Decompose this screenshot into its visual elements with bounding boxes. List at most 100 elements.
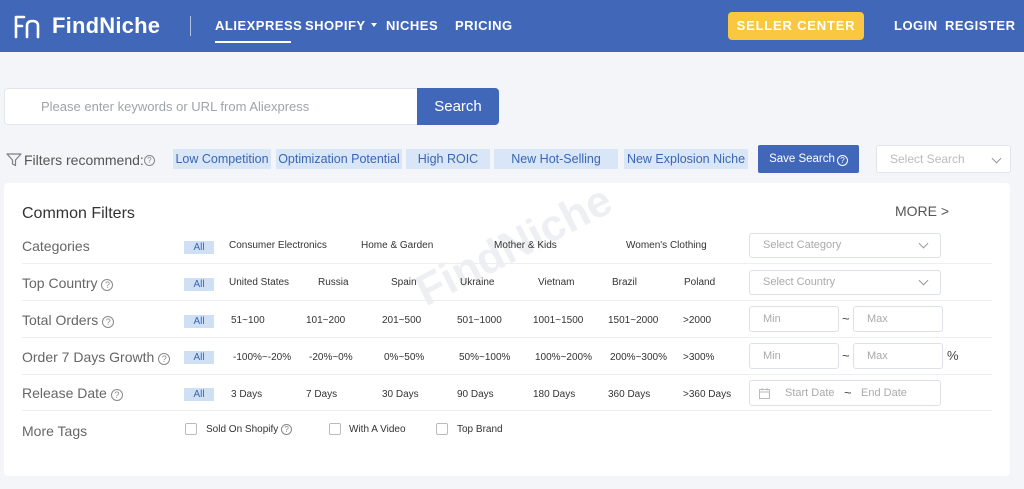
release-option[interactable]: 3 Days <box>231 389 262 400</box>
country-all-tag[interactable]: All <box>184 278 214 291</box>
select-category-placeholder: Select Category <box>763 239 842 251</box>
orders-option[interactable]: 201~500 <box>382 315 421 326</box>
findniche-logo-icon <box>14 15 40 39</box>
save-search-label: Save Search <box>769 153 835 165</box>
sold-on-shopify-label[interactable]: Sold On Shopify ? <box>206 424 293 435</box>
more-tags-label: More Tags <box>22 423 88 439</box>
growth-max-input[interactable] <box>853 343 943 369</box>
release-date-label: Release Date? <box>22 385 123 401</box>
login-link[interactable]: LOGIN <box>894 18 938 33</box>
sold-on-shopify-checkbox[interactable] <box>185 423 197 435</box>
growth-option[interactable]: 200%~300% <box>610 352 667 363</box>
nav-aliexpress[interactable]: ALIEXPRESS <box>215 18 302 33</box>
release-option[interactable]: 90 Days <box>457 389 494 400</box>
release-all-tag[interactable]: All <box>184 388 214 401</box>
chip-optimization-potential[interactable]: Optimization Potential <box>276 149 402 169</box>
orders-all-tag[interactable]: All <box>184 315 214 328</box>
nav-niches[interactable]: NICHES <box>386 18 438 33</box>
country-option[interactable]: United States <box>229 277 289 288</box>
orders-max-input[interactable] <box>853 306 943 332</box>
growth-option[interactable]: >300% <box>683 352 714 363</box>
seller-center-button[interactable]: SELLER CENTER <box>728 12 864 40</box>
chevron-down-icon <box>991 153 1002 164</box>
category-option[interactable]: Women's Clothing <box>626 240 707 251</box>
search-input[interactable] <box>5 89 418 124</box>
with-a-video-label[interactable]: With A Video <box>349 424 406 435</box>
select-category-dropdown[interactable]: Select Category <box>749 233 941 258</box>
top-brand-label[interactable]: Top Brand <box>457 424 503 435</box>
orders-option[interactable]: 101~200 <box>306 315 345 326</box>
help-icon[interactable]: ? <box>102 316 115 328</box>
categories-label: Categories <box>22 238 90 254</box>
help-icon: ? <box>836 155 848 166</box>
country-option[interactable]: Russia <box>318 277 349 288</box>
release-option[interactable]: 180 Days <box>533 389 575 400</box>
growth-option[interactable]: 100%~200% <box>535 352 592 363</box>
chip-low-competition[interactable]: Low Competition <box>173 149 271 169</box>
start-date-placeholder[interactable]: Start Date <box>785 387 835 399</box>
release-option[interactable]: >360 Days <box>683 389 731 400</box>
filters-recommend-label: Filters recommend: ? <box>6 150 155 170</box>
growth-all-tag[interactable]: All <box>184 351 214 364</box>
release-option[interactable]: 360 Days <box>608 389 650 400</box>
help-icon[interactable]: ? <box>158 353 171 365</box>
growth-option[interactable]: 0%~50% <box>384 352 424 363</box>
release-option[interactable]: 7 Days <box>306 389 337 400</box>
top-brand-checkbox[interactable] <box>436 423 448 435</box>
top-country-label: Top Country? <box>22 275 114 291</box>
search-button[interactable]: Search <box>417 88 499 125</box>
row-divider <box>22 337 992 338</box>
categories-all-tag[interactable]: All <box>184 241 214 254</box>
release-date-text: Release Date <box>22 385 107 401</box>
help-icon[interactable]: ? <box>143 154 155 166</box>
chip-high-roic[interactable]: High ROIC <box>406 149 490 169</box>
nav-pricing[interactable]: PRICING <box>455 18 513 33</box>
orders-option[interactable]: 1001~1500 <box>533 315 583 326</box>
country-option[interactable]: Brazil <box>612 277 637 288</box>
filter-icon <box>6 153 22 167</box>
category-option[interactable]: Consumer Electronics <box>229 240 327 251</box>
orders-option[interactable]: 51~100 <box>231 315 265 326</box>
growth-option[interactable]: -100%~-20% <box>233 352 291 363</box>
select-search-dropdown[interactable]: Select Search <box>876 145 1011 173</box>
date-range-picker[interactable]: Start Date ~ End Date <box>749 380 941 406</box>
orders-option[interactable]: 1501~2000 <box>608 315 658 326</box>
chip-new-explosion-niche[interactable]: New Explosion Niche <box>624 149 748 169</box>
range-separator: ~ <box>842 348 850 363</box>
end-date-placeholder[interactable]: End Date <box>861 387 907 399</box>
order-growth-text: Order 7 Days Growth <box>22 349 155 365</box>
category-option[interactable]: Mother & Kids <box>494 240 557 251</box>
row-divider <box>22 300 992 301</box>
help-icon[interactable]: ? <box>110 389 123 401</box>
total-orders-text: Total Orders <box>22 312 99 328</box>
country-option[interactable]: Vietnam <box>538 277 575 288</box>
growth-option[interactable]: -20%~0% <box>309 352 353 363</box>
register-link[interactable]: REGISTER <box>945 18 1015 33</box>
country-option[interactable]: Ukraine <box>460 277 494 288</box>
nav-shopify[interactable]: SHOPIFY <box>305 18 377 33</box>
release-option[interactable]: 30 Days <box>382 389 419 400</box>
orders-option[interactable]: 501~1000 <box>457 315 502 326</box>
percent-unit: % <box>947 348 959 363</box>
help-icon[interactable]: ? <box>101 279 114 291</box>
select-search-placeholder: Select Search <box>890 152 965 166</box>
country-option[interactable]: Poland <box>684 277 715 288</box>
more-filters-link[interactable]: MORE > <box>895 203 949 219</box>
orders-option[interactable]: >2000 <box>683 315 711 326</box>
range-separator: ~ <box>844 385 852 400</box>
select-country-dropdown[interactable]: Select Country <box>749 270 941 295</box>
panel-title: Common Filters <box>22 205 135 222</box>
total-orders-label: Total Orders? <box>22 312 115 328</box>
country-option[interactable]: Spain <box>391 277 417 288</box>
category-option[interactable]: Home & Garden <box>361 240 433 251</box>
growth-option[interactable]: 50%~100% <box>459 352 510 363</box>
with-a-video-checkbox[interactable] <box>329 423 341 435</box>
select-country-placeholder: Select Country <box>763 276 836 288</box>
growth-min-input[interactable] <box>749 343 839 369</box>
filters-recommend-text: Filters recommend: <box>24 152 144 168</box>
chip-new-hot-selling[interactable]: New Hot-Selling <box>494 149 618 169</box>
logo[interactable]: FindNiche <box>12 13 160 39</box>
nav-shopify-label: SHOPIFY <box>305 18 366 33</box>
orders-min-input[interactable] <box>749 306 839 332</box>
save-search-button[interactable]: Save Search? <box>758 145 859 173</box>
